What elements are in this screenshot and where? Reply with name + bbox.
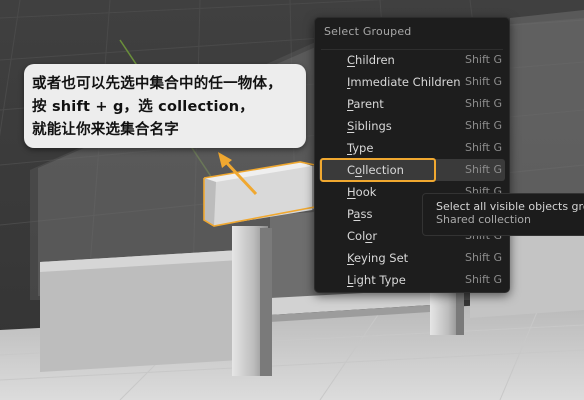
menu-item-shortcut: Shift G [464,119,502,132]
menu-item-siblings[interactable]: Siblings Shift G [319,115,505,137]
menu-item-label: Pass [347,207,373,221]
menu-item-children[interactable]: Children Shift G [319,49,505,71]
menu-item-shortcut: Shift G [464,53,502,66]
menu-item-label: Hook [347,185,377,199]
tooltip-description: Select all visible objects grou [436,200,584,213]
menu-item-label: Type [347,141,374,155]
menu-item-shortcut: Shift G [464,251,502,264]
menu-item-label: Children [347,53,395,67]
menu-item-shortcut: Shift G [464,163,502,176]
menu-item-label: Immediate Children [347,75,461,89]
tooltip-subtitle: Shared collection [436,213,531,226]
menu-item-label: Color [347,229,378,243]
menu-item-label: Light Type [347,273,406,287]
annotation-line-3: 就能让你来选集合名字 [32,122,179,138]
select-grouped-menu: Select Grouped Children Shift G Immediate … [314,17,510,293]
annotation-line-2: 按 shift + g，选 collection， [32,99,254,115]
menu-item-shortcut: Shift G [464,141,502,154]
menu-item-type[interactable]: Type Shift G [319,137,505,159]
menu-item-parent[interactable]: Parent Shift G [319,93,505,115]
menu-item-immediate-children[interactable]: Immediate Children Shift G [319,71,505,93]
menu-title: Select Grouped [324,25,412,38]
collection-highlight-box [320,158,436,182]
menu-item-label: Parent [347,97,384,111]
annotation-callout: 或者也可以先选中集合中的任一物体， 按 shift + g，选 collecti… [24,64,306,148]
menu-item-shortcut: Shift G [464,273,502,286]
menu-item-light-type[interactable]: Light Type Shift G [319,269,505,291]
menu-item-shortcut: Shift G [464,75,502,88]
menu-item-shortcut: Shift G [464,97,502,110]
menu-item-keying-set[interactable]: Keying Set Shift G [319,247,505,269]
collection-tooltip: Select all visible objects grou Shared c… [422,193,584,236]
annotation-line-1: 或者也可以先选中集合中的任一物体， [32,76,282,92]
menu-item-label: Keying Set [347,251,409,265]
menu-item-label: Siblings [347,119,392,133]
